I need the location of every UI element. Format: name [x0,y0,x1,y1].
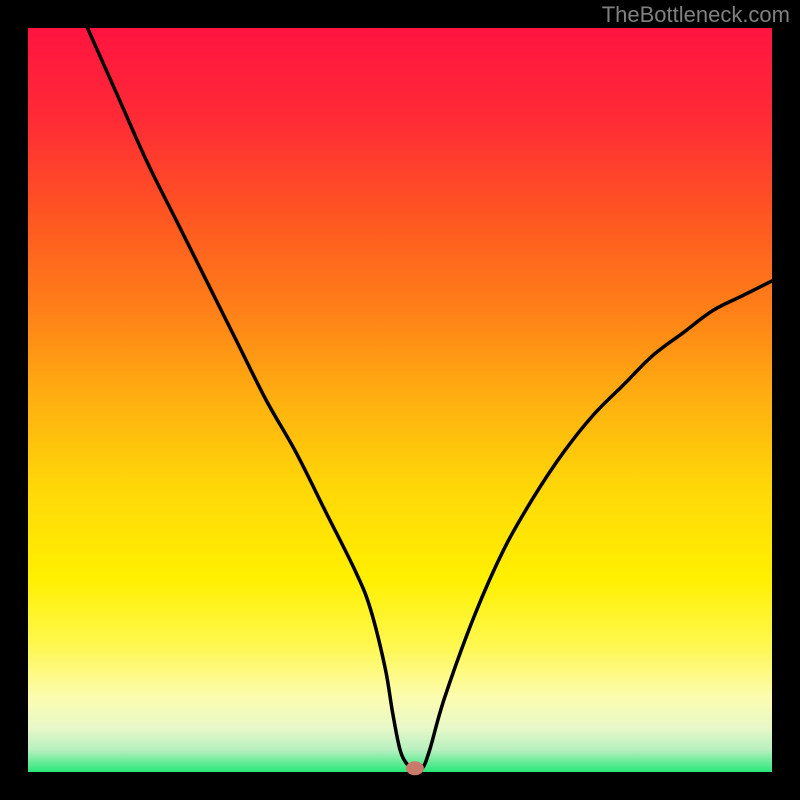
chart-plot-area [28,28,772,772]
optimal-point-marker [406,761,424,775]
chart-canvas [0,0,800,800]
watermark-text: TheBottleneck.com [602,2,790,28]
bottleneck-chart: TheBottleneck.com [0,0,800,800]
